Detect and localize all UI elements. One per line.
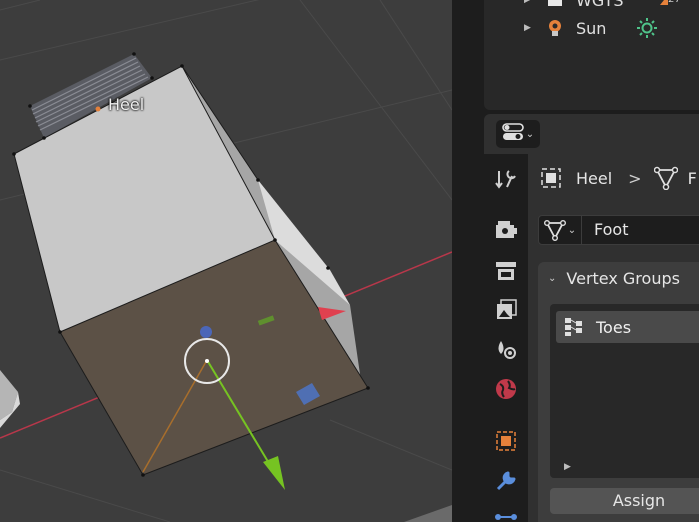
expand-arrow-icon[interactable]: ▶: [524, 23, 531, 33]
gizmo-y-arrow[interactable]: [263, 456, 285, 490]
tab-output[interactable]: [490, 258, 522, 288]
properties-header: ⌄: [484, 114, 699, 154]
gizmo-center: [205, 359, 209, 363]
breadcrumb-object: Heel: [576, 168, 613, 188]
vertex-group-name: Toes: [596, 317, 632, 337]
tab-particles[interactable]: [490, 504, 522, 522]
view-layer-icon: [494, 298, 518, 326]
outliner-item-label: WGTS: [576, 0, 624, 10]
render-icon: [494, 219, 518, 245]
mesh-data-icon: [543, 219, 566, 241]
wrench-icon: [494, 469, 518, 497]
list-resize-icon[interactable]: ▶: [564, 462, 571, 472]
properties-content: Heel > F ⌄ Foot ⌄ Vertex Groups Toes ▶ A…: [528, 154, 699, 522]
tab-world[interactable]: [490, 376, 522, 406]
outliner-item-label: Sun: [576, 18, 607, 38]
output-icon: [494, 260, 518, 286]
vertex-group-icon: [564, 317, 586, 337]
particles-icon: [494, 507, 518, 522]
browse-mesh-button[interactable]: ⌄: [538, 215, 582, 245]
area-divider[interactable]: [452, 0, 484, 522]
tab-tool[interactable]: [490, 166, 522, 196]
shelf-edge: [404, 505, 452, 522]
tool-icon: [494, 167, 518, 195]
object-count-badge: 27: [660, 0, 681, 5]
mesh-datablock-selector: ⌄ Foot: [538, 215, 699, 245]
properties-tab-bar: [484, 154, 528, 522]
mesh-name-field[interactable]: Foot: [582, 215, 699, 245]
vertex-group-list[interactable]: Toes ▶: [550, 304, 699, 478]
sun-data-icon[interactable]: [636, 17, 658, 39]
outliner-row-wgts[interactable]: ▶ WGTS 27: [484, 0, 699, 12]
side-object: [0, 370, 18, 420]
outliner-panel[interactable]: ▶ WGTS 27 ▶ Sun: [484, 0, 699, 110]
tab-render[interactable]: [490, 217, 522, 247]
expand-arrow-icon[interactable]: ▶: [524, 0, 531, 5]
vertex-groups-panel: ⌄ Vertex Groups Toes ▶ Assign: [538, 262, 699, 522]
object-origin: [95, 106, 101, 112]
object-icon: [540, 167, 562, 189]
vertex-groups-header[interactable]: ⌄ Vertex Groups: [538, 262, 699, 294]
properties-editor-icon: [501, 122, 524, 146]
breadcrumb-data: F: [687, 168, 697, 188]
tab-view-layer[interactable]: [490, 297, 522, 327]
panel-title: Vertex Groups: [566, 268, 680, 288]
tab-modifiers[interactable]: [490, 468, 522, 498]
collapse-arrow-icon: ⌄: [548, 272, 557, 284]
scene-icon: [494, 337, 518, 365]
viewport-canvas[interactable]: [0, 0, 452, 522]
chevron-down-icon: ⌄: [525, 128, 535, 140]
3d-viewport[interactable]: Heel: [0, 0, 452, 522]
outliner-row-sun[interactable]: ▶ Sun: [484, 16, 699, 40]
assign-button[interactable]: Assign: [550, 488, 699, 514]
collection-icon: [546, 0, 564, 9]
world-icon: [494, 377, 518, 405]
tab-scene[interactable]: [490, 336, 522, 366]
light-icon: [546, 19, 564, 37]
mesh-data-icon: [653, 166, 678, 190]
z-axis-handle[interactable]: [200, 326, 212, 338]
list-item[interactable]: Toes: [556, 311, 699, 343]
chevron-down-icon: ⌄: [567, 224, 577, 236]
object-icon: [494, 429, 518, 457]
breadcrumb: Heel > F: [540, 164, 697, 192]
object-name-label: Heel: [108, 95, 145, 114]
editor-type-button[interactable]: ⌄: [496, 120, 540, 148]
tab-object[interactable]: [490, 428, 522, 458]
chevron-right-icon: >: [628, 168, 642, 188]
